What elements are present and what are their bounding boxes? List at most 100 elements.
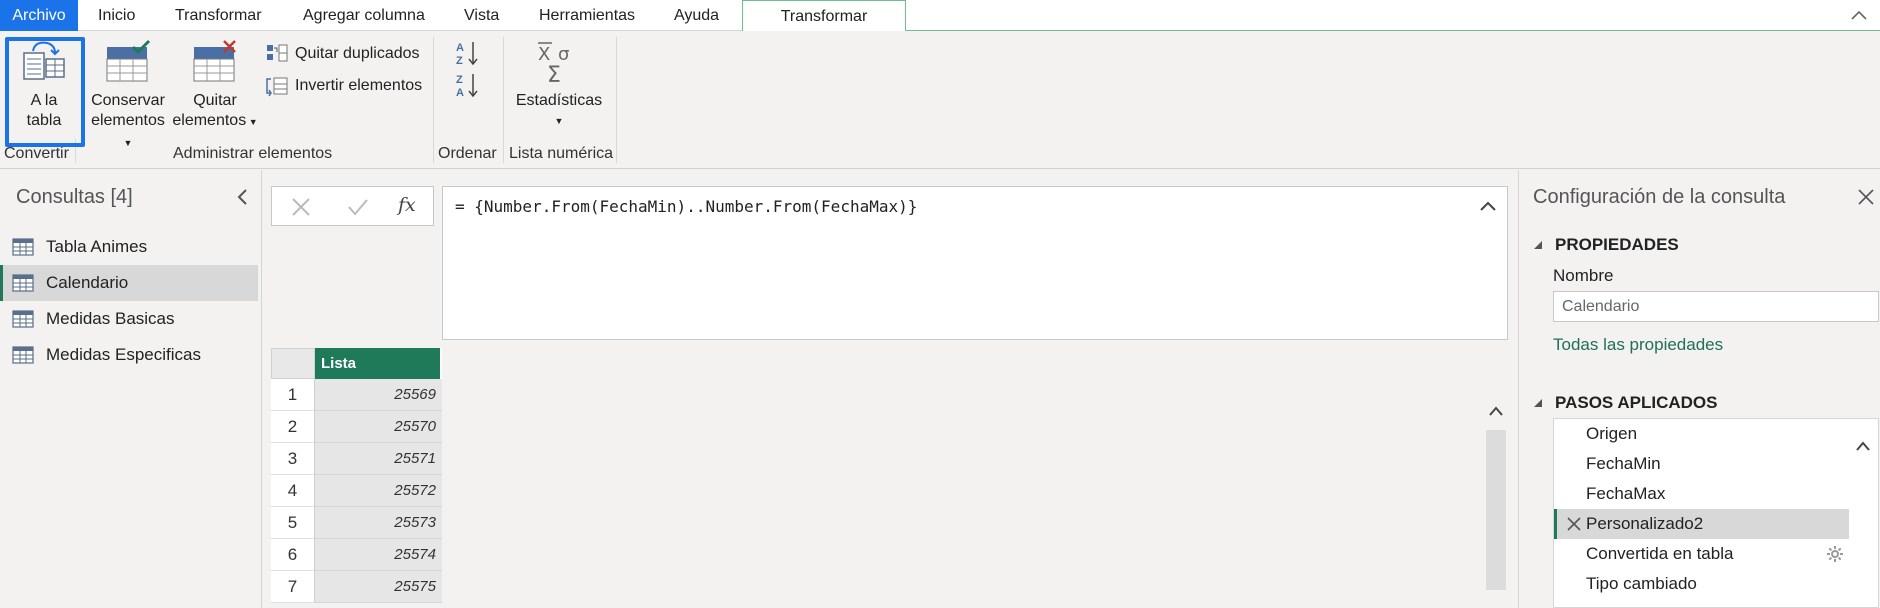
properties-header-label: PROPIEDADES [1555,235,1679,254]
sort-ascending-button[interactable]: A Z [455,39,481,72]
svg-text:X: X [538,44,550,65]
reverse-items-button[interactable]: Invertir elementos [265,75,422,97]
applied-steps-header[interactable]: PASOS APLICADOS [1533,393,1717,413]
step-label: Tipo cambiado [1586,574,1697,593]
row-number: 3 [271,443,315,475]
table-row[interactable]: 7 25575 [271,571,442,603]
table-row[interactable]: 3 25571 [271,443,442,475]
query-item[interactable]: Medidas Especificas [0,337,258,373]
grid-corner[interactable] [271,348,315,379]
scrollbar-thumb[interactable] [1486,430,1506,590]
query-item[interactable]: Tabla Animes [0,229,258,265]
group-label-administrar: Administrar elementos [173,145,333,162]
row-number: 7 [271,571,315,603]
cancel-icon[interactable] [290,196,312,218]
table-row[interactable]: 4 25572 [271,475,442,507]
fx-icon[interactable]: fx [398,194,416,216]
tab-vista[interactable]: Vista [464,0,499,31]
separator [433,37,434,163]
remove-duplicates-icon [267,44,288,62]
keep-items-label-1: Conservar [91,92,165,109]
cell-value[interactable]: 25574 [315,539,442,571]
scroll-up-icon[interactable] [1488,404,1504,418]
tab-transformar[interactable]: Transformar [175,0,262,31]
step-item[interactable]: FechaMin [1554,449,1850,479]
tab-ayuda[interactable]: Ayuda [674,0,719,31]
formula-text[interactable]: = {Number.From(FechaMin)..Number.From(Fe… [455,197,917,216]
keep-items-icon [106,39,151,82]
table-row[interactable]: 1 25569 [271,379,442,411]
name-field[interactable]: Calendario [1553,291,1879,322]
file-tab[interactable]: Archivo [0,0,78,31]
formula-bar[interactable]: = {Number.From(FechaMin)..Number.From(Fe… [442,186,1508,340]
settings-title: Configuración de la consulta [1533,186,1786,208]
cell-value[interactable]: 25575 [315,571,442,603]
properties-header[interactable]: PROPIEDADES [1533,235,1679,255]
table-row[interactable]: 6 25574 [271,539,442,571]
step-item[interactable]: Personalizado2 [1554,509,1850,539]
separator [503,37,504,163]
steps-scrollbar[interactable] [1849,418,1879,608]
sort-descending-button[interactable]: Z A [455,71,481,104]
column-header[interactable]: Lista [315,348,442,379]
cell-value[interactable]: 25569 [315,379,442,411]
svg-text:σ: σ [558,44,569,65]
chevron-up-icon[interactable] [1479,199,1497,213]
step-item[interactable]: Tipo cambiado [1554,569,1850,599]
ribbon: A la tabla Conservar elementos ▼ Quitar … [0,31,1880,169]
tab-contextual-transformar[interactable]: Transformar [742,0,906,32]
collapse-triangle-icon [1534,241,1542,249]
step-label: Origen [1586,424,1638,443]
keep-items-button[interactable]: Conservar elementos ▼ [86,39,170,153]
statistics-button[interactable]: X σ Σ Estadísticas ▼ [512,39,606,131]
collapse-triangle-icon [1534,399,1542,407]
group-label-convertir: Convertir [4,145,69,162]
grid-scrollbar[interactable] [1486,400,1506,590]
step-label: Personalizado2 [1586,514,1704,533]
step-item[interactable]: Origen [1554,419,1850,449]
close-icon[interactable] [1857,188,1875,206]
query-settings-panel: Configuración de la consulta PROPIEDADES… [1518,170,1880,608]
step-item[interactable]: Convertida en tabla [1554,539,1850,569]
table-icon [12,274,34,292]
tab-agregar-columna[interactable]: Agregar columna [303,0,425,31]
collapse-ribbon-icon[interactable] [1848,4,1870,26]
chevron-down-icon: ▼ [554,116,564,126]
svg-text:Z: Z [456,55,463,67]
remove-duplicates-label: Quitar duplicados [295,45,420,62]
remove-items-icon [193,40,236,82]
table-row[interactable]: 2 25570 [271,411,442,443]
all-properties-link[interactable]: Todas las propiedades [1553,335,1723,355]
cell-value[interactable]: 25570 [315,411,442,443]
query-item[interactable]: Calendario [0,265,258,301]
step-item[interactable]: FechaMax [1554,479,1850,509]
remove-duplicates-button[interactable]: Quitar duplicados [265,43,420,65]
step-label: FechaMax [1586,484,1666,503]
row-number: 4 [271,475,315,507]
row-number: 6 [271,539,315,571]
collapse-panel-icon[interactable] [236,188,250,206]
svg-text:A: A [456,42,464,54]
chevron-down-icon: ▼ [123,138,133,148]
tab-inicio[interactable]: Inicio [98,0,135,31]
name-label: Nombre [1553,266,1614,285]
query-label: Tabla Animes [46,237,148,256]
remove-items-button[interactable]: Quitar elementos ▼ [172,39,258,132]
remove-items-label-1: Quitar [193,92,237,109]
keep-items-label-2: elementos ▼ [91,112,165,148]
reverse-items-icon [266,77,288,97]
confirm-icon[interactable] [346,196,370,218]
tab-herramientas[interactable]: Herramientas [539,0,635,31]
delete-step-icon[interactable] [1566,516,1582,532]
step-label: Convertida en tabla [1586,544,1734,563]
cell-value[interactable]: 25571 [315,443,442,475]
cell-value[interactable]: 25573 [315,507,442,539]
row-number: 1 [271,379,315,411]
gear-icon[interactable] [1826,545,1844,563]
separator [616,37,617,163]
table-row[interactable]: 5 25573 [271,507,442,539]
applied-steps-list: Origen FechaMin FechaMax Personalizado2 … [1553,418,1850,608]
query-item[interactable]: Medidas Basicas [0,301,258,337]
scroll-up-icon[interactable] [1855,439,1871,453]
cell-value[interactable]: 25572 [315,475,442,507]
